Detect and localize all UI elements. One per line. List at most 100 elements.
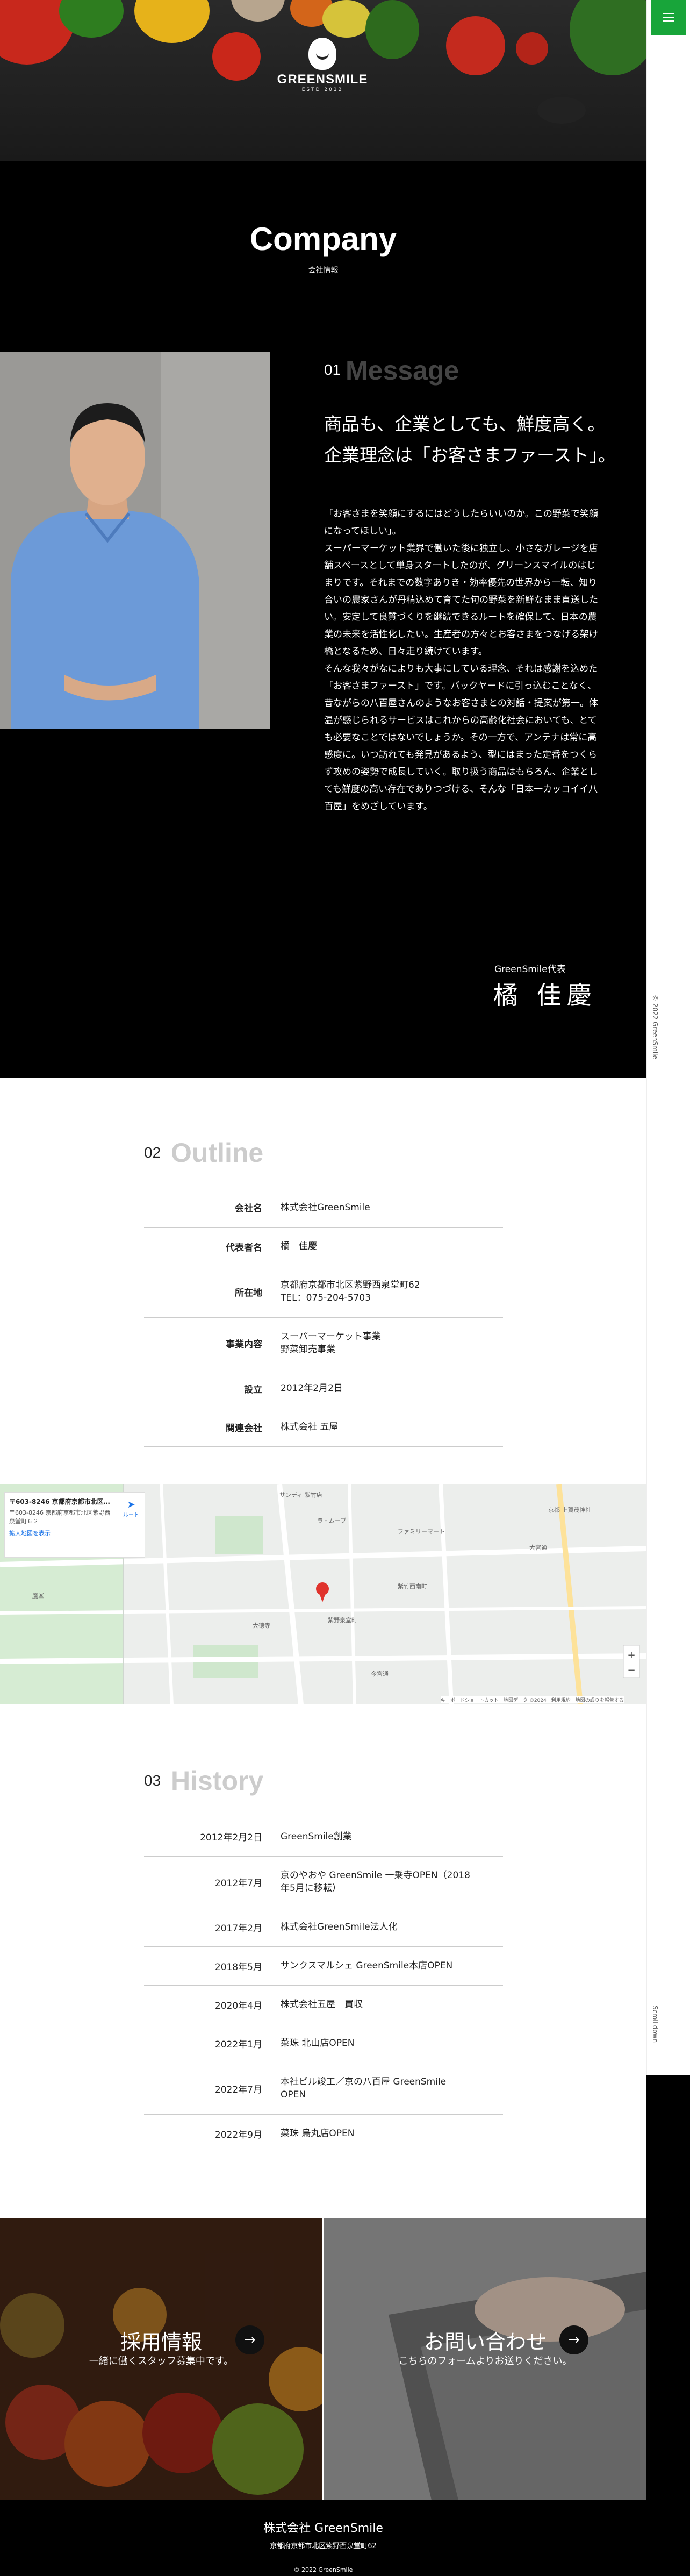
arrow-right-icon[interactable]: → <box>559 2325 588 2354</box>
table-row: 事業内容 スーパーマーケット事業 野菜卸売事業 <box>144 1317 503 1369</box>
footer-company: 株式会社 GreenSmile <box>263 2522 383 2535</box>
scroll-down-indicator[interactable]: Scroll down <box>651 2006 659 2043</box>
map-place-label: ファミリーマート <box>398 1528 445 1535</box>
rail-bottom <box>646 2075 690 2576</box>
brand-name: GREENSMILE <box>277 72 368 87</box>
row-value: 橘 佳慶 <box>281 1227 503 1266</box>
vegetable <box>570 0 646 75</box>
message-catchphrase: 商品も、企業としても、鮮度高く。 企業理念は「お客さまファースト」。 <box>324 413 616 466</box>
table-row: 会社名 株式会社GreenSmile <box>144 1188 503 1228</box>
page-title: Company <box>249 221 397 257</box>
signature-title: GreenSmile代表 <box>494 964 566 975</box>
vegetable <box>537 97 586 124</box>
history-date: 2012年7月 <box>144 1856 281 1908</box>
table-row: 2022年1月 菜珠 北山店OPEN <box>144 2024 503 2063</box>
row-value: 株式会社GreenSmile <box>281 1188 503 1228</box>
section-number: 03 <box>144 1772 161 1789</box>
hamburger-icon <box>663 13 674 14</box>
map-place-label: 今宮通 <box>371 1671 389 1678</box>
row-label: 代表者名 <box>144 1227 281 1266</box>
message-paragraph: 「お客さまを笑顔にするにはどうしたらいいのか。この野菜で笑顔になってほしい」。 <box>324 509 598 537</box>
vegetable <box>446 16 505 75</box>
map-place-label: 大宮通 <box>529 1544 547 1551</box>
map-place-label: ラ・ムーブ <box>317 1517 347 1524</box>
footer-address: 京都府京都市北区紫野西泉堂町62 <box>270 2542 377 2550</box>
section-heading: Outline <box>171 1138 264 1168</box>
history-date: 2012年2月2日 <box>144 1817 281 1857</box>
table-row: 所在地 京都府京都市北区紫野西泉堂町62 TEL：075-204-5703 <box>144 1266 503 1318</box>
page-subtitle: 会社情報 <box>308 266 339 275</box>
history-date: 2018年5月 <box>144 1946 281 1986</box>
svg-text:+: + <box>627 1650 635 1661</box>
row-label: 所在地 <box>144 1266 281 1318</box>
banner-title: 採用情報 <box>120 2330 202 2354</box>
brand-est: ESTD 2012 <box>301 87 343 92</box>
svg-text:−: − <box>627 1665 635 1676</box>
message-paragraph: スーパーマーケット業界で働いた後に独立し、小さなガレージを店舗スペースとして単身… <box>324 543 598 657</box>
history-event: GreenSmile創業 <box>281 1817 503 1857</box>
contact-banner[interactable]: お問い合わせ こちらのフォームよりお送りください。 → <box>324 2218 646 2500</box>
row-value: 株式会社 五屋 <box>281 1408 503 1447</box>
menu-button[interactable] <box>651 0 686 35</box>
section-number: 01 <box>324 361 341 378</box>
history-date: 2020年4月 <box>144 1985 281 2024</box>
map-attribution: キーボードショートカット 地図データ ©2024 利用規約 地図の誤りを報告する <box>441 1696 624 1703</box>
table-row: 2022年7月 本社ビル竣工／京の八百屋 GreenSmile OPEN <box>144 2063 503 2115</box>
banner-title: お問い合わせ <box>423 2330 547 2354</box>
recruit-banner[interactable]: 採用情報 一緒に働くスタッフ募集中です。 → <box>0 2218 322 2500</box>
vegetable <box>212 32 261 81</box>
section-heading: History <box>171 1766 264 1796</box>
history-event: 株式会社GreenSmile法人化 <box>281 1908 503 1947</box>
vegetable <box>516 32 548 65</box>
banner-subtitle: こちらのフォームよりお送りください。 <box>398 2356 572 2367</box>
hamburger-icon <box>663 20 674 22</box>
map-place-label: 鷹峯 <box>32 1593 44 1600</box>
table-row: 2012年2月2日 GreenSmile創業 <box>144 1817 503 1857</box>
section-number: 02 <box>144 1144 161 1161</box>
history-date: 2022年9月 <box>144 2114 281 2153</box>
history-table: 2012年2月2日 GreenSmile創業 2012年7月 京のやおや Green… <box>144 1817 503 2153</box>
history-date: 2022年7月 <box>144 2063 281 2115</box>
table-row: 2020年4月 株式会社五屋 買収 <box>144 1985 503 2024</box>
table-row: 2012年7月 京のやおや GreenSmile 一乗寺OPEN（2018年5月に… <box>144 1856 503 1908</box>
row-label: 会社名 <box>144 1188 281 1228</box>
row-label: 関連会社 <box>144 1408 281 1447</box>
smile-logo-icon <box>308 38 336 70</box>
row-label: 事業内容 <box>144 1317 281 1369</box>
brand-logo[interactable]: GREENSMILE ESTD 2012 <box>269 38 376 92</box>
map-route-button[interactable]: ➤ ルート <box>123 1499 139 1518</box>
vegetable <box>231 0 285 22</box>
table-row: 2018年5月 サンクスマルシェ GreenSmile本店OPEN <box>144 1946 503 1986</box>
row-value: スーパーマーケット事業 野菜卸売事業 <box>281 1317 503 1369</box>
message-paragraph: そんな我々がなによりも大事にしている理念、それは感謝を込めた「お客さまファースト… <box>324 663 598 812</box>
map-place-label: 大徳寺 <box>253 1622 270 1629</box>
map-info-card: 〒603-8246 京都府京都市北区… 〒603-8246 京都府京都市北区紫野… <box>4 1492 145 1558</box>
map-place-label: 紫竹西南町 <box>398 1583 427 1590</box>
history-event: 菜珠 北山店OPEN <box>281 2024 503 2063</box>
footer: 株式会社 GreenSmile 京都府京都市北区紫野西泉堂町62 © 2022 … <box>0 2500 646 2576</box>
hamburger-icon <box>663 17 674 18</box>
vegetable <box>134 0 210 43</box>
history-event: 菜珠 烏丸店OPEN <box>281 2114 503 2153</box>
banner-subtitle: 一緒に働くスタッフ募集中です。 <box>89 2356 234 2367</box>
table-row: 関連会社 株式会社 五屋 <box>144 1408 503 1447</box>
row-value: 2012年2月2日 <box>281 1369 503 1408</box>
message-body: 「お客さまを笑顔にするにはどうしたらいいのか。この野菜で笑顔になってほしい」。 … <box>324 505 598 815</box>
history-event: 京のやおや GreenSmile 一乗寺OPEN（2018年5月に移転） <box>281 1856 503 1908</box>
row-value: 京都府京都市北区紫野西泉堂町62 TEL：075-204-5703 <box>281 1266 503 1318</box>
history-event: 株式会社五屋 買収 <box>281 1985 503 2024</box>
section-heading: Message <box>346 355 459 386</box>
table-row: 設立 2012年2月2日 <box>144 1369 503 1408</box>
signature-name: 橘 佳慶 <box>493 981 597 1010</box>
history-date: 2022年1月 <box>144 2024 281 2063</box>
arrow-right-icon[interactable]: → <box>235 2325 264 2354</box>
table-row: 2022年9月 菜珠 烏丸店OPEN <box>144 2114 503 2153</box>
map-place-label: サンディ 紫竹店 <box>279 1492 322 1498</box>
footer-copyright: © 2022 GreenSmile <box>293 2566 353 2573</box>
row-label: 設立 <box>144 1369 281 1408</box>
route-icon: ➤ <box>127 1499 135 1510</box>
ceo-photo <box>0 352 270 729</box>
table-row: 代表者名橘 佳慶 <box>144 1227 503 1266</box>
map-place-label: 紫野泉堂町 <box>328 1617 357 1624</box>
map-enlarge-link[interactable]: 拡大地図を表示 <box>5 1528 145 1538</box>
